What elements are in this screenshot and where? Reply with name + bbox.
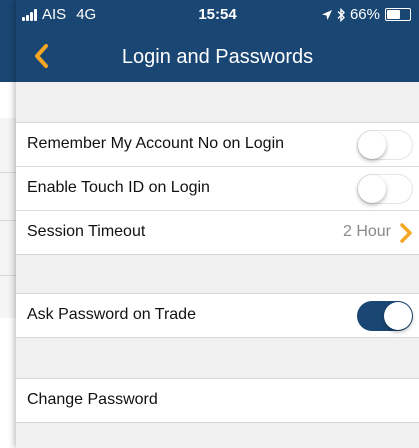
- battery-icon: [385, 8, 411, 21]
- change-password-label: Change Password: [27, 391, 158, 408]
- change-password-row[interactable]: Change Password: [16, 379, 419, 422]
- session-timeout-label: Session Timeout: [27, 223, 146, 240]
- password-group: Change Password: [16, 378, 419, 423]
- battery-percent: 66%: [349, 6, 380, 23]
- remember-account-label: Remember My Account No on Login: [27, 135, 285, 152]
- toggle-knob: [358, 131, 386, 159]
- previous-row-divider: [0, 220, 16, 221]
- toggle-knob: [358, 175, 386, 203]
- page-title: Login and Passwords: [121, 46, 314, 68]
- navigation-bar: Login and Passwords: [16, 30, 419, 82]
- previous-row-divider: [0, 275, 16, 276]
- previous-row-divider: [0, 172, 16, 173]
- ask-password-toggle[interactable]: [357, 301, 413, 331]
- touch-id-label: Enable Touch ID on Login: [27, 179, 210, 196]
- login-passwords-screen: AIS 4G 15:54 66% Login and Passwords Rem…: [16, 0, 419, 448]
- trade-settings-group: Ask Password on Trade: [16, 293, 419, 338]
- toggle-knob: [384, 302, 412, 330]
- ask-password-row: Ask Password on Trade: [16, 294, 419, 337]
- bluetooth-icon: [337, 7, 345, 22]
- previous-nav-bar: [0, 0, 16, 82]
- session-timeout-row[interactable]: Session Timeout 2 Hour: [16, 211, 419, 254]
- app-root: AIS 4G 15:54 66% Login and Passwords Rem…: [0, 0, 419, 448]
- location-icon: [321, 9, 332, 20]
- status-bar: AIS 4G 15:54 66%: [16, 0, 419, 30]
- ask-password-label: Ask Password on Trade: [27, 306, 196, 323]
- battery-fill: [387, 10, 401, 19]
- remember-account-row: Remember My Account No on Login: [16, 123, 419, 167]
- session-timeout-value: 2 Hour: [342, 223, 391, 240]
- touch-id-row: Enable Touch ID on Login: [16, 167, 419, 211]
- previous-panel: [0, 118, 16, 318]
- touch-id-toggle[interactable]: [357, 174, 413, 204]
- settings-content: Remember My Account No on Login Enable T…: [16, 82, 419, 448]
- previous-screen-edge: [0, 0, 16, 448]
- remember-account-toggle[interactable]: [357, 130, 413, 160]
- chevron-right-icon[interactable]: [399, 223, 413, 243]
- login-settings-group: Remember My Account No on Login Enable T…: [16, 122, 419, 255]
- status-right: 66%: [321, 6, 411, 23]
